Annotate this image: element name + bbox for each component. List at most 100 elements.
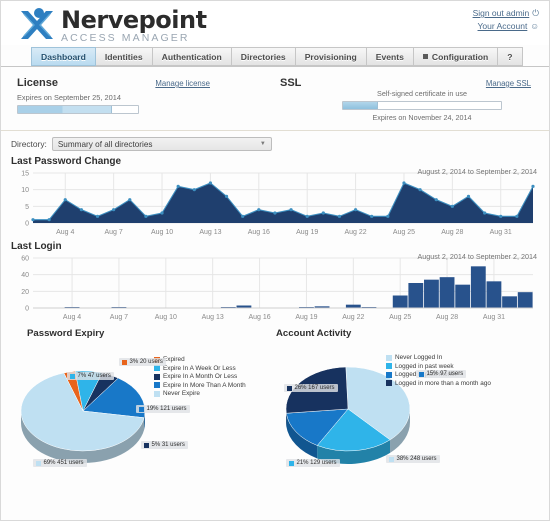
svg-text:Aug 25: Aug 25 xyxy=(389,314,411,321)
dashboard-page: Nervepoint ACCESS MANAGER Sign out admin… xyxy=(0,0,550,521)
pie-data-label: 26% 167 users xyxy=(284,384,338,392)
pie-data-label: 21% 129 users xyxy=(286,459,340,467)
tab-label: ? xyxy=(507,51,513,62)
main-navigation[interactable]: Dashboard Identities Authentication Directo… xyxy=(31,47,549,66)
svg-text:10: 10 xyxy=(21,187,29,194)
area-chart-svg: 0 5 10 15 Aug 4 Aug 7 Aug 10 Aug 13 Aug 16 Aug 19… xyxy=(21,171,535,236)
pie-data-label: 38% 248 users xyxy=(386,455,440,463)
svg-text:Aug 10: Aug 10 xyxy=(151,229,173,236)
pie-data-label: 19% 121 users xyxy=(136,405,190,413)
status-panel: License Expires on September 25, 2014 Ma… xyxy=(1,67,549,131)
label-text: 21% 129 users xyxy=(296,460,337,466)
password-expiry-title: Password Expiry xyxy=(27,328,105,339)
legend-label: Expire In A Week Or Less xyxy=(163,364,236,372)
label-swatch-icon xyxy=(287,385,292,391)
legend-label: Expire In More Than A Month xyxy=(163,381,246,389)
svg-text:Aug 28: Aug 28 xyxy=(436,314,458,321)
svg-text:15: 15 xyxy=(21,171,29,178)
label-swatch-icon xyxy=(139,406,144,412)
account-links: Sign out admin ⏻ Your Account ☺ xyxy=(473,7,539,33)
last-login-title: Last Login xyxy=(11,241,62,252)
svg-text:Aug 22: Aug 22 xyxy=(342,314,364,321)
label-text: 26% 167 users xyxy=(294,385,335,391)
svg-text:Aug 19: Aug 19 xyxy=(296,229,318,236)
svg-text:Aug 7: Aug 7 xyxy=(104,229,122,236)
label-text: 7% 47 users xyxy=(77,373,111,379)
tab-label: Events xyxy=(375,51,404,62)
svg-text:Aug 25: Aug 25 xyxy=(393,229,415,236)
legend-label: Expired xyxy=(163,356,185,363)
tab-events[interactable]: Events xyxy=(366,47,414,66)
pie-data-label: 5% 31 users xyxy=(141,441,188,449)
legend-label: Logged in more than a month ago xyxy=(395,379,491,387)
svg-text:Aug 22: Aug 22 xyxy=(344,229,366,236)
legend-item[interactable]: Expire In More Than A Month xyxy=(154,382,246,389)
manage-license-link[interactable]: Manage license xyxy=(155,79,210,88)
svg-text:Aug 16: Aug 16 xyxy=(248,314,270,321)
svg-text:Aug 31: Aug 31 xyxy=(490,229,512,236)
your-account-link[interactable]: Your Account ☺ xyxy=(473,20,539,33)
tab-provisioning[interactable]: Provisioning xyxy=(295,47,367,66)
account-activity-chart: Account Activity Never Logged In Logged i… xyxy=(276,328,549,479)
account-activity-title: Account Activity xyxy=(276,328,352,339)
tab-label: Provisioning xyxy=(304,51,357,62)
brand-text: Nervepoint ACCESS MANAGER xyxy=(61,5,207,44)
label-text: 3% 20 users xyxy=(129,359,163,365)
pie-data-label: 15% 97 users xyxy=(416,370,467,378)
label-swatch-icon xyxy=(289,460,294,466)
pie-data-label: 7% 47 users xyxy=(67,372,114,380)
label-text: 69% 451 users xyxy=(43,460,84,466)
label-swatch-icon xyxy=(144,442,149,448)
svg-text:Aug 16: Aug 16 xyxy=(248,229,270,236)
label-swatch-icon xyxy=(389,456,394,462)
power-icon: ⏻ xyxy=(532,8,539,18)
last-password-change-chart: August 2, 2014 to September 2, 2014 0 5 10… xyxy=(11,167,539,239)
legend-item[interactable]: Never Logged In xyxy=(386,354,491,361)
tab-authentication[interactable]: Authentication xyxy=(152,47,232,66)
tab-configuration[interactable]: Configuration xyxy=(413,47,499,66)
legend-item[interactable]: Never Expire xyxy=(154,390,246,397)
ssl-status-block: Self-signed certificate in use Expires o… xyxy=(342,89,502,122)
square-icon xyxy=(422,54,428,59)
svg-text:Aug 31: Aug 31 xyxy=(483,314,505,321)
password-expiry-chart: Password Expiry Expired Expire In A Week … xyxy=(1,328,276,479)
tab-directories[interactable]: Directories xyxy=(231,47,296,66)
tab-label: Dashboard xyxy=(41,51,86,62)
pie-data-label: 69% 451 users xyxy=(33,459,87,467)
ssl-progress-fill xyxy=(343,102,378,109)
legend-swatch-icon xyxy=(154,390,160,397)
ssl-section: SSL Self-signed certificate in use Expir… xyxy=(272,77,535,122)
legend-item[interactable]: Logged in past week xyxy=(386,363,491,370)
directory-selected-value: Summary of all directories xyxy=(57,139,153,149)
label-swatch-icon xyxy=(122,359,127,365)
legend-item[interactable]: Expire In A Month Or Less xyxy=(154,373,246,380)
license-progress-fill xyxy=(18,106,112,113)
tab-label: Configuration xyxy=(431,51,489,62)
license-progress-bar xyxy=(17,105,139,114)
legend-item[interactable]: Logged in more than a month ago xyxy=(386,380,491,387)
directory-select[interactable]: Summary of all directories ▼ xyxy=(51,137,272,151)
legend-swatch-icon xyxy=(386,363,392,369)
brand-subtitle: ACCESS MANAGER xyxy=(61,32,190,44)
manage-ssl-link[interactable]: Manage SSL xyxy=(486,79,531,88)
svg-text:Aug 13: Aug 13 xyxy=(199,229,221,236)
tab--[interactable]: ? xyxy=(498,47,523,66)
page-header: Nervepoint ACCESS MANAGER Sign out admin… xyxy=(1,1,549,45)
legend-label: Logged in past week xyxy=(395,362,454,370)
legend-label: Expire In A Month Or Less xyxy=(163,373,238,380)
svg-text:0: 0 xyxy=(25,221,29,228)
license-section: License Expires on September 25, 2014 Ma… xyxy=(17,77,272,122)
label-text: 19% 121 users xyxy=(146,406,187,412)
last-password-change-title: Last Password Change xyxy=(11,156,122,167)
legend-item[interactable]: Expired xyxy=(154,356,246,363)
legend-swatch-icon xyxy=(154,382,160,388)
sign-out-label: Sign out admin xyxy=(472,8,530,18)
last-password-change-range: August 2, 2014 to September 2, 2014 xyxy=(417,167,537,176)
sign-out-link[interactable]: Sign out admin ⏻ xyxy=(473,7,539,20)
nervepoint-x-logo-icon xyxy=(21,8,53,39)
legend-item[interactable]: Expire In A Week Or Less xyxy=(154,365,246,372)
brand-logo[interactable]: Nervepoint ACCESS MANAGER xyxy=(17,5,541,45)
label-swatch-icon xyxy=(36,460,41,466)
tab-dashboard[interactable]: Dashboard xyxy=(31,47,96,66)
tab-identities[interactable]: Identities xyxy=(95,47,153,66)
